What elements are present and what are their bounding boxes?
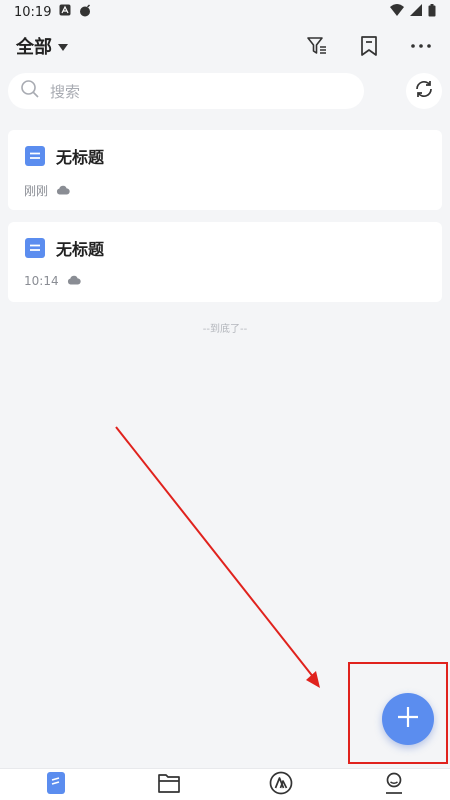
note-title: 无标题 [56, 148, 105, 167]
nav-folder-tab[interactable] [139, 769, 199, 800]
status-time: 10:19 [14, 4, 52, 20]
status-left: 10:19 [14, 3, 92, 21]
search-icon [20, 79, 40, 103]
bottom-nav [0, 768, 450, 800]
status-right [390, 3, 436, 21]
bookmark-icon[interactable] [356, 33, 382, 59]
search-input[interactable]: 搜索 [8, 73, 364, 109]
filter-icon[interactable] [304, 33, 330, 59]
app-a-icon [59, 4, 71, 20]
screen: 10:19 全部 搜索 无标题 刚刚 无标题 10:14 --到底了-- [0, 0, 450, 800]
battery-icon [428, 3, 436, 21]
document-icon [24, 237, 46, 259]
search-placeholder: 搜索 [50, 82, 81, 101]
app-bomb-icon [79, 3, 92, 21]
sync-button[interactable] [406, 73, 442, 109]
more-icon[interactable] [408, 33, 434, 59]
category-label: 全部 [16, 37, 52, 58]
note-meta: 刚刚 [24, 182, 426, 199]
folder-icon [157, 772, 181, 798]
add-note-button[interactable] [382, 693, 434, 745]
header-actions [304, 33, 434, 59]
note-list: 无标题 刚刚 无标题 10:14 [8, 130, 442, 314]
caret-down-icon [58, 36, 68, 57]
note-title-row: 无标题 [24, 144, 426, 168]
search-row: 搜索 [8, 72, 442, 110]
status-bar: 10:19 [0, 0, 450, 24]
cloud-icon [56, 184, 70, 198]
nav-ai-tab[interactable] [251, 769, 311, 800]
note-card[interactable]: 无标题 刚刚 [8, 130, 442, 210]
header: 全部 [0, 24, 450, 68]
document-icon [24, 145, 46, 167]
note-time: 刚刚 [24, 184, 49, 198]
category-dropdown[interactable]: 全部 [16, 33, 68, 59]
plus-icon [396, 705, 420, 733]
nav-profile-tab[interactable] [364, 769, 424, 800]
note-title: 无标题 [56, 240, 105, 259]
notes-tab-icon [46, 771, 66, 799]
note-title-row: 无标题 [24, 236, 426, 260]
ai-icon [269, 771, 293, 799]
note-time: 10:14 [24, 274, 59, 288]
nav-notes-tab[interactable] [26, 769, 86, 800]
note-card[interactable]: 无标题 10:14 [8, 222, 442, 302]
note-meta: 10:14 [24, 274, 426, 288]
profile-icon [383, 771, 405, 799]
list-end-text: --到底了-- [202, 324, 248, 335]
wifi-icon [390, 4, 404, 20]
sync-icon [413, 78, 435, 104]
signal-icon [410, 4, 422, 20]
cloud-icon [67, 274, 81, 288]
